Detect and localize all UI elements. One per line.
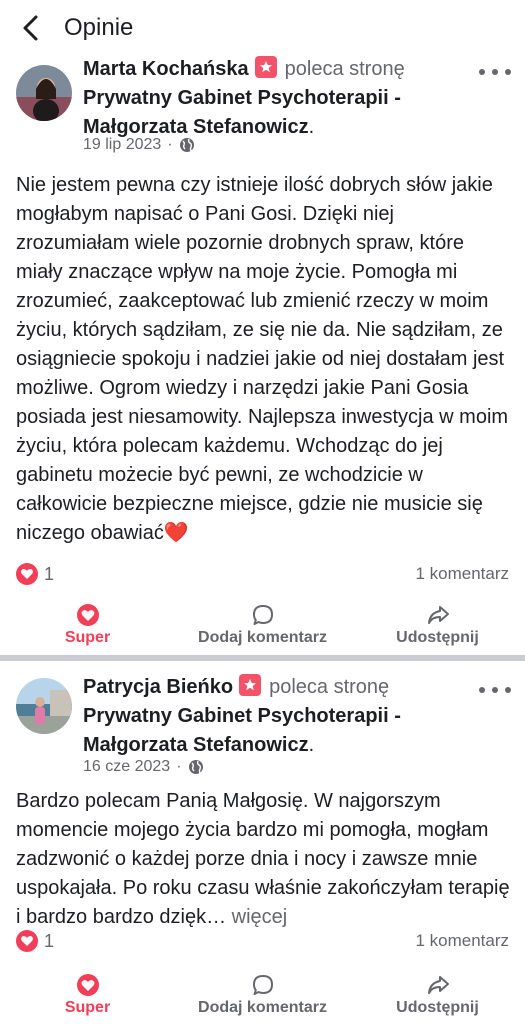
avatar-image bbox=[16, 65, 72, 121]
meta-separator: · bbox=[167, 136, 173, 153]
action-bar: Super Dodaj komentarz Udostępnij bbox=[0, 597, 525, 653]
globe-icon bbox=[179, 138, 194, 152]
love-reaction-icon bbox=[16, 563, 38, 585]
post-date[interactable]: 16 cze 2023 bbox=[83, 758, 170, 776]
add-comment-button[interactable]: Dodaj komentarz bbox=[175, 597, 350, 653]
super-button[interactable]: Super bbox=[0, 597, 175, 653]
globe-icon bbox=[188, 760, 203, 774]
author-name[interactable]: Patrycja Bieńko bbox=[83, 676, 233, 698]
comment-icon bbox=[252, 975, 273, 995]
more-options-button[interactable] bbox=[479, 680, 511, 700]
back-button[interactable] bbox=[10, 7, 52, 49]
recommend-icon bbox=[239, 674, 262, 696]
review-post: Marta Kochańska poleca stronę Prywatny Ga… bbox=[0, 56, 525, 654]
recommend-icon bbox=[254, 56, 277, 78]
comment-count[interactable]: 1 komentarz bbox=[415, 564, 509, 584]
review-text: Nie jestem pewna czy istnieje ilość dobr… bbox=[16, 174, 509, 544]
post-meta: 16 cze 2023 · bbox=[83, 758, 204, 776]
reactions-row: 1 1 komentarz bbox=[16, 929, 509, 953]
comment-count[interactable]: 1 komentarz bbox=[415, 931, 509, 951]
more-options-button[interactable] bbox=[479, 62, 511, 82]
avatar[interactable] bbox=[16, 65, 72, 121]
back-arrow-icon bbox=[23, 15, 38, 41]
page-title: Opinie bbox=[64, 14, 134, 41]
action-bar: Super Dodaj komentarz Udostępnij bbox=[0, 967, 525, 1023]
add-comment-button[interactable]: Dodaj komentarz bbox=[175, 967, 350, 1023]
review-post: Patrycja Bieńko poleca stronę Prywatny Ga… bbox=[0, 661, 525, 1024]
see-more-link[interactable]: więcej bbox=[226, 906, 288, 928]
reaction-count: 1 bbox=[44, 930, 55, 951]
reaction-summary[interactable]: 1 bbox=[16, 930, 54, 952]
love-reaction-icon bbox=[16, 930, 38, 952]
top-bar: Opinie bbox=[0, 0, 525, 56]
post-meta: 19 lip 2023 · bbox=[83, 136, 195, 154]
share-button[interactable]: Udostępnij bbox=[350, 967, 525, 1023]
post-header: Marta Kochańska poleca stronę Prywatny Ga… bbox=[83, 55, 483, 142]
reaction-count: 1 bbox=[44, 563, 55, 584]
share-button[interactable]: Udostępnij bbox=[350, 597, 525, 653]
heart-icon bbox=[76, 974, 99, 996]
review-text: Bardzo polecam Panią Małgosię. W najgors… bbox=[16, 790, 510, 928]
meta-separator: · bbox=[176, 758, 182, 775]
post-date[interactable]: 19 lip 2023 bbox=[83, 136, 161, 154]
avatar-image bbox=[16, 678, 72, 734]
share-icon bbox=[427, 976, 449, 994]
reaction-summary[interactable]: 1 bbox=[16, 563, 54, 585]
reactions-row: 1 1 komentarz bbox=[16, 562, 509, 586]
recommends-text: poleca stronę bbox=[269, 676, 390, 698]
super-button[interactable]: Super bbox=[0, 967, 175, 1023]
recommends-text: poleca stronę bbox=[284, 58, 405, 80]
page-link[interactable]: Prywatny Gabinet Psychoterapii - Małgorz… bbox=[83, 702, 483, 760]
page-link[interactable]: Prywatny Gabinet Psychoterapii - Małgorz… bbox=[83, 84, 483, 142]
avatar[interactable] bbox=[16, 678, 72, 734]
heart-icon bbox=[76, 604, 99, 626]
author-name[interactable]: Marta Kochańska bbox=[83, 58, 249, 80]
post-header: Patrycja Bieńko poleca stronę Prywatny Ga… bbox=[83, 673, 483, 760]
share-icon bbox=[427, 606, 449, 624]
comment-icon bbox=[252, 605, 273, 625]
